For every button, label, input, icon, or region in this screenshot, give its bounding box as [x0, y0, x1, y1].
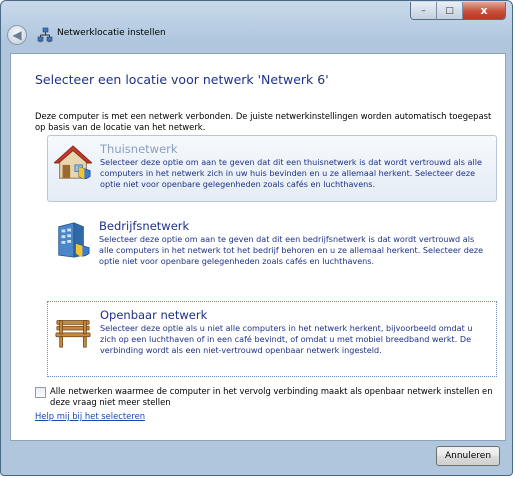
option-title: Openbaar netwerk: [100, 308, 208, 322]
option-title: Bedrijfsnetwerk: [99, 219, 190, 233]
checkbox-label: Alle netwerken waarmee de computer in he…: [50, 386, 493, 407]
dialog-window: – □ x ◀ Netwerklocatie instellen Selecte…: [0, 0, 513, 476]
option-work-network[interactable]: Bedrijfsnetwerk Selecteer deze optie om …: [47, 213, 497, 275]
page-heading: Selecteer een locatie voor netwerk 'Netw…: [35, 72, 329, 87]
network-icon: [37, 27, 53, 43]
caption-buttons: – □ x: [410, 2, 506, 20]
back-arrow-icon: ◀: [12, 28, 22, 42]
content-panel: Selecteer een locatie voor netwerk 'Netw…: [10, 53, 506, 441]
cancel-button[interactable]: Annuleren: [436, 446, 500, 466]
public-default-checkbox-row[interactable]: Alle netwerken waarmee de computer in he…: [35, 386, 501, 408]
public-network-icon: [55, 320, 91, 348]
close-button[interactable]: x: [463, 2, 505, 19]
minimize-button[interactable]: –: [411, 2, 437, 19]
option-description: Selecteer deze optie als u niet alle com…: [100, 323, 473, 355]
dialog-footer: Annuleren: [10, 440, 504, 470]
intro-text: Deze computer is met een netwerk verbond…: [35, 111, 492, 132]
home-network-icon: [54, 145, 92, 180]
title-bar: – □ x ◀ Netwerklocatie instellen: [1, 1, 512, 45]
maximize-button[interactable]: □: [437, 2, 463, 19]
back-button[interactable]: ◀: [7, 25, 27, 45]
window-title: Netwerklocatie instellen: [57, 28, 166, 38]
option-title: Thuisnetwerk: [100, 142, 178, 156]
public-default-checkbox[interactable]: [35, 387, 46, 398]
option-public-network[interactable]: Openbaar netwerk Selecteer deze optie al…: [47, 301, 497, 377]
option-description: Selecteer deze optie om aan te geven dat…: [100, 157, 482, 189]
option-home-network[interactable]: Thuisnetwerk Selecteer deze optie om aan…: [47, 135, 497, 202]
option-description: Selecteer deze optie om aan te geven dat…: [99, 234, 484, 266]
help-link[interactable]: Help mij bij het selecteren: [35, 411, 145, 421]
work-network-icon: [58, 222, 90, 258]
